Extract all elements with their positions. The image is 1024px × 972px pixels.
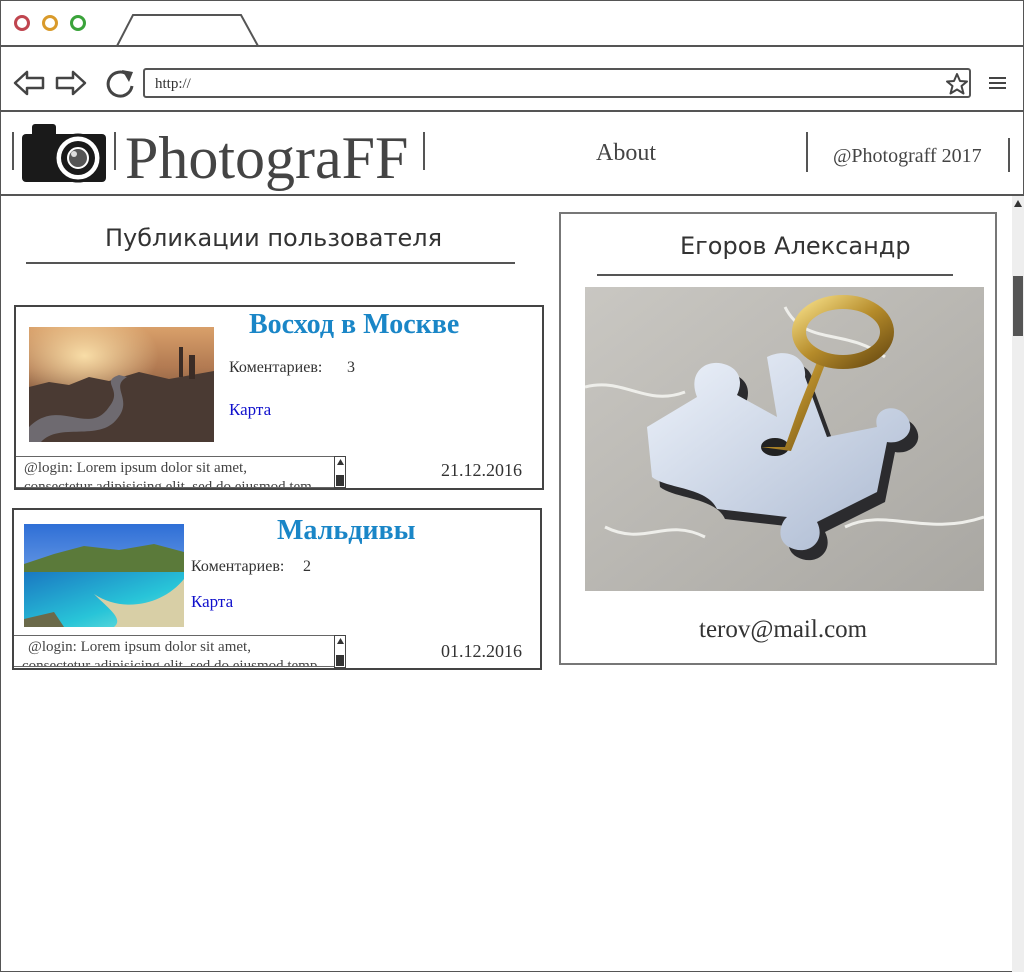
post-title[interactable]: Восход в Москве bbox=[249, 309, 459, 341]
nav-about-link[interactable]: About bbox=[596, 140, 656, 167]
address-bar-url: http:// bbox=[155, 76, 191, 92]
page-scrollbar-thumb[interactable] bbox=[1013, 276, 1023, 336]
post-comment-box[interactable]: @login: Lorem ipsum dolor sit amet, cons… bbox=[16, 456, 336, 488]
scroll-up-arrow-icon[interactable] bbox=[1013, 198, 1023, 210]
camera-logo-icon[interactable] bbox=[20, 120, 110, 186]
header-divider bbox=[423, 132, 425, 170]
profile-name: Егоров Александр bbox=[680, 232, 911, 260]
comment-line: consectetur adipisicing elit, sed do eiu… bbox=[22, 658, 318, 667]
comment-scrollbar[interactable] bbox=[334, 635, 346, 668]
post-date: 01.12.2016 bbox=[441, 641, 522, 661]
tab-strip-divider bbox=[0, 45, 1024, 47]
publications-heading-underline bbox=[26, 262, 515, 264]
header-divider bbox=[806, 132, 808, 172]
copyright-text: @Photograff 2017 bbox=[833, 145, 982, 167]
scroll-up-arrow-icon[interactable] bbox=[336, 458, 345, 467]
profile-email[interactable]: terov@mail.com bbox=[699, 616, 867, 644]
comment-line: consectetur adipisicing elit, sed do eiu… bbox=[24, 479, 312, 488]
maximize-window-button[interactable] bbox=[70, 15, 86, 31]
address-bar-divider bbox=[0, 110, 1024, 112]
header-bottom-divider bbox=[0, 194, 1024, 196]
bookmark-star-icon[interactable] bbox=[945, 72, 969, 96]
post-photo-moscow-sunrise[interactable] bbox=[29, 327, 214, 442]
post-map-link[interactable]: Карта bbox=[191, 592, 233, 612]
header-divider bbox=[1008, 138, 1010, 172]
menu-hamburger-icon[interactable] bbox=[988, 75, 1008, 91]
scroll-up-arrow-icon[interactable] bbox=[336, 637, 345, 646]
comment-scrollbar[interactable] bbox=[334, 456, 346, 488]
page-scrollbar[interactable] bbox=[1012, 196, 1024, 972]
post-comments-count: 3 bbox=[347, 359, 355, 376]
comment-scrollbar-thumb[interactable] bbox=[336, 655, 344, 666]
post-comments-label: Коментариев: bbox=[191, 558, 285, 575]
post-title[interactable]: Мальдивы bbox=[277, 515, 415, 547]
post-map-link[interactable]: Карта bbox=[229, 400, 271, 420]
publications-heading: Публикации пользователя bbox=[105, 224, 443, 252]
comment-line: @login: Lorem ipsum dolor sit amet, bbox=[28, 639, 251, 655]
post-date: 21.12.2016 bbox=[441, 460, 522, 480]
post-photo-maldives[interactable] bbox=[24, 524, 184, 627]
post-comments-count: 2 bbox=[303, 558, 311, 575]
browser-tab[interactable] bbox=[115, 13, 261, 47]
refresh-icon[interactable] bbox=[102, 66, 138, 100]
header-divider bbox=[12, 132, 14, 170]
address-bar[interactable]: http:// bbox=[143, 68, 971, 98]
back-arrow-icon[interactable] bbox=[12, 68, 46, 98]
post-comment-box[interactable]: @login: Lorem ipsum dolor sit amet, cons… bbox=[14, 635, 336, 667]
post-comments-label: Коментариев: bbox=[229, 359, 323, 376]
header-divider bbox=[114, 132, 116, 170]
profile-name-underline bbox=[597, 274, 953, 276]
comment-scrollbar-thumb[interactable] bbox=[336, 475, 344, 486]
close-window-button[interactable] bbox=[14, 15, 30, 31]
minimize-window-button[interactable] bbox=[42, 15, 58, 31]
profile-photo-puzzle-key[interactable] bbox=[585, 287, 984, 591]
site-brand-title[interactable]: PhotograFF bbox=[125, 123, 408, 193]
comment-line: @login: Lorem ipsum dolor sit amet, bbox=[24, 460, 247, 476]
forward-arrow-icon[interactable] bbox=[54, 68, 88, 98]
